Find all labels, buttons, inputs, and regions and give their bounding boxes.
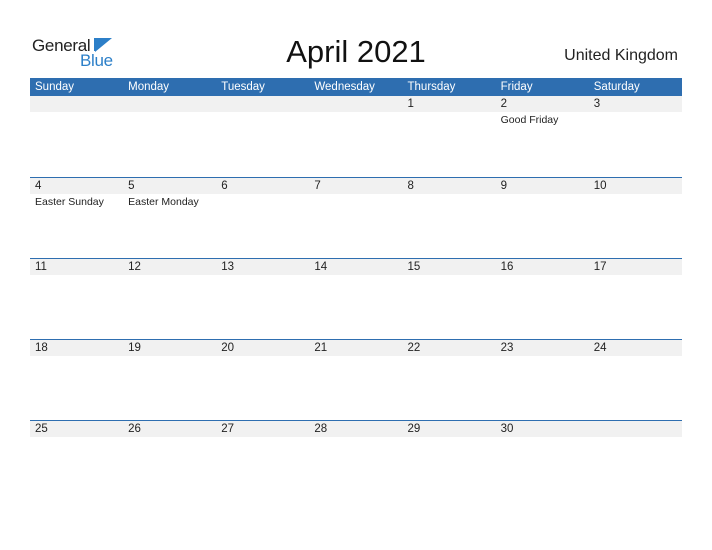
holiday-label	[589, 112, 682, 127]
week-row: 25 26 27 28 29 30	[30, 420, 682, 501]
week-row: 18 19 20 21 22 23 24	[30, 339, 682, 420]
holiday-label	[589, 356, 682, 357]
day-number: 15	[407, 261, 421, 273]
holiday-label	[309, 437, 402, 438]
day-number: 24	[593, 342, 607, 354]
holiday-row: Good Friday	[30, 112, 682, 127]
holiday-label	[496, 275, 589, 276]
holiday-label	[123, 275, 216, 276]
day-number: 27	[221, 423, 235, 435]
holiday-label	[216, 437, 309, 438]
day-number: 3	[593, 98, 601, 110]
holiday-label	[496, 194, 589, 209]
day-number: 26	[128, 423, 141, 435]
day-number: 21	[314, 342, 328, 354]
holiday-label	[123, 356, 216, 357]
day-number: 22	[407, 342, 421, 354]
day-number: 9	[500, 180, 508, 192]
weekday-wednesday: Wednesday	[314, 81, 375, 93]
day-number	[589, 421, 682, 437]
holiday-label	[123, 112, 216, 127]
day-number	[309, 96, 402, 112]
day-number: 23	[500, 342, 514, 354]
holiday-label	[216, 112, 309, 127]
holiday-label: Easter Monday	[128, 196, 199, 208]
day-number	[123, 96, 216, 112]
holiday-label	[403, 356, 496, 357]
weekday-thursday: Thursday	[407, 81, 456, 93]
holiday-label	[309, 194, 402, 209]
weekday-tuesday: Tuesday	[221, 81, 265, 93]
calendar-grid: Sunday Monday Tuesday Wednesday Thursday…	[30, 78, 682, 501]
day-number: 7	[314, 180, 321, 192]
day-number: 19	[128, 342, 141, 354]
holiday-label	[589, 437, 682, 438]
holiday-label	[589, 194, 682, 209]
holiday-label	[30, 112, 123, 127]
holiday-label	[403, 275, 496, 276]
day-number: 2	[500, 98, 508, 110]
day-number: 6	[221, 180, 228, 192]
holiday-row	[30, 356, 682, 357]
day-number: 28	[314, 423, 328, 435]
weekday-sunday: Sunday	[35, 81, 75, 93]
day-number	[216, 96, 309, 112]
day-number: 20	[221, 342, 235, 354]
day-number: 1	[407, 98, 414, 110]
date-strip: 25 26 27 28 29 30	[30, 421, 682, 437]
day-number: 8	[407, 180, 414, 192]
weekday-saturday: Saturday	[593, 81, 640, 93]
holiday-label: Good Friday	[500, 114, 559, 126]
week-row: 1 2 3 Good Friday	[30, 96, 682, 177]
holiday-row	[30, 275, 682, 276]
weekday-header: Sunday Monday Tuesday Wednesday Thursday…	[30, 78, 682, 96]
day-number: 17	[593, 261, 607, 273]
date-strip: 1 2 3	[30, 96, 682, 112]
day-number: 25	[35, 423, 48, 435]
day-number: 14	[314, 261, 328, 273]
date-strip: 4 5 6 7 8 9 10	[30, 178, 682, 194]
holiday-label	[403, 194, 496, 209]
holiday-label	[30, 275, 123, 276]
holiday-label	[216, 356, 309, 357]
holiday-label	[216, 275, 309, 276]
holiday-label	[309, 275, 402, 276]
holiday-row	[30, 437, 682, 438]
date-strip: 11 12 13 14 15 16 17	[30, 259, 682, 275]
day-number: 5	[128, 180, 135, 192]
holiday-label	[496, 356, 589, 357]
day-number: 12	[128, 261, 141, 273]
holiday-label	[123, 437, 216, 438]
holiday-label	[309, 356, 402, 357]
day-number: 4	[35, 180, 42, 192]
holiday-label	[403, 112, 496, 127]
holiday-row: Easter Sunday Easter Monday	[30, 194, 682, 209]
week-row: 11 12 13 14 15 16 17	[30, 258, 682, 339]
week-row: 4 5 6 7 8 9 10 Easter Sunday Easter Monday	[30, 177, 682, 258]
holiday-label	[403, 437, 496, 438]
weekday-friday: Friday	[500, 81, 533, 93]
holiday-label	[216, 194, 309, 209]
holiday-label	[496, 437, 589, 438]
weekday-monday: Monday	[128, 81, 170, 93]
day-number	[30, 96, 123, 112]
day-number: 30	[500, 423, 514, 435]
day-number: 11	[35, 261, 47, 273]
day-number: 18	[35, 342, 48, 354]
holiday-label: Easter Sunday	[35, 196, 104, 208]
day-number: 29	[407, 423, 421, 435]
holiday-label	[589, 275, 682, 276]
holiday-label	[30, 356, 123, 357]
day-number: 16	[500, 261, 514, 273]
day-number: 13	[221, 261, 235, 273]
holiday-label	[30, 437, 123, 438]
country-label: United Kingdom	[564, 47, 678, 64]
holiday-label	[309, 112, 402, 127]
date-strip: 18 19 20 21 22 23 24	[30, 340, 682, 356]
day-number: 10	[593, 180, 607, 192]
